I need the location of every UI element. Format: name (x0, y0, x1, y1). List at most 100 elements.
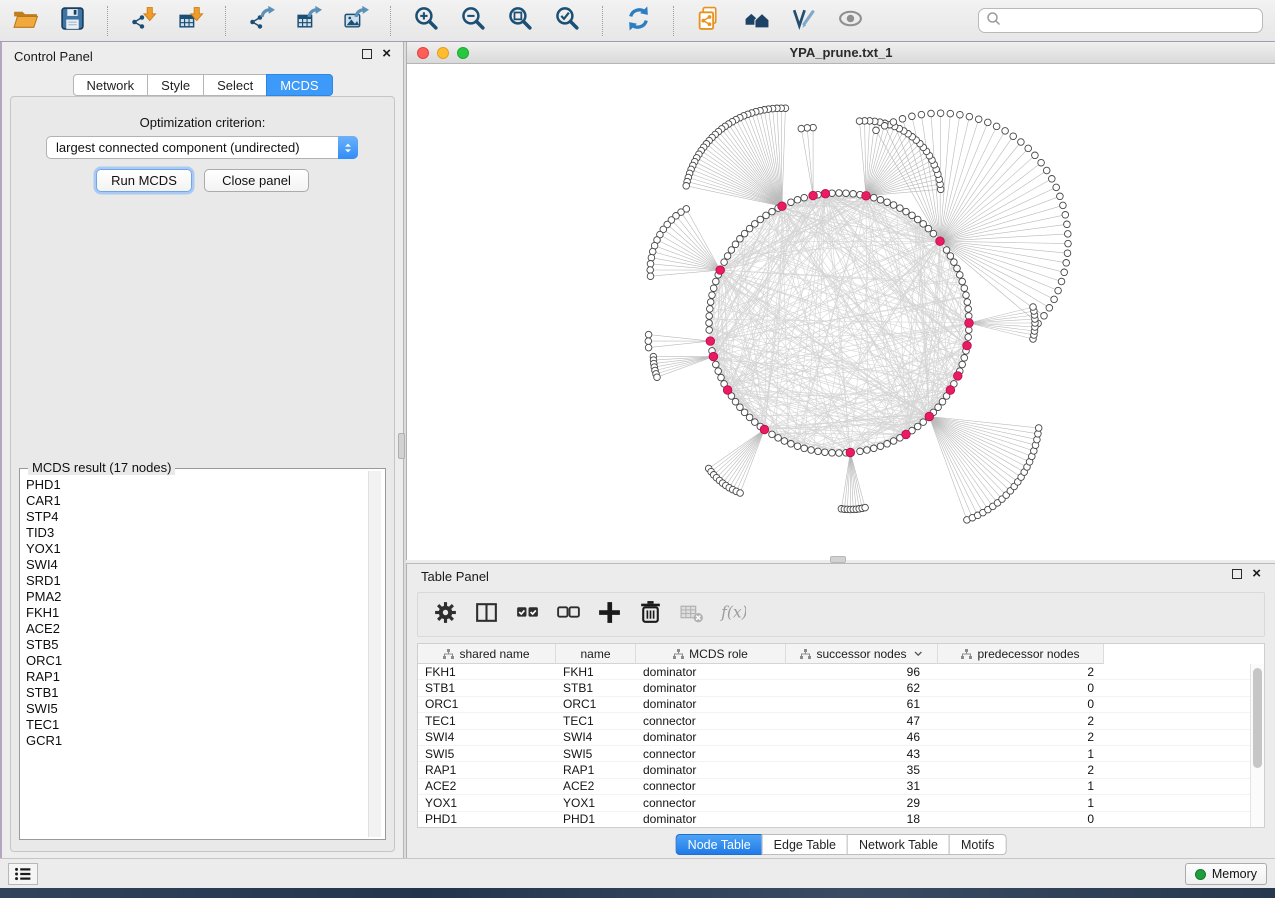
select-all-checks-button[interactable] (514, 602, 540, 628)
result-node-item[interactable]: TEC1 (26, 717, 365, 733)
table-cell[interactable]: ACE2 (418, 779, 556, 794)
sort-indicator[interactable] (914, 651, 923, 657)
table-cell[interactable]: RAP1 (556, 762, 636, 777)
table-cell[interactable]: FKH1 (418, 664, 556, 679)
result-node-item[interactable]: STB1 (26, 685, 365, 701)
import-network-button[interactable] (128, 6, 158, 36)
style-annotation-button[interactable] (788, 6, 818, 36)
table-cell[interactable]: dominator (636, 730, 786, 745)
result-node-item[interactable]: SRD1 (26, 573, 365, 589)
table-cell[interactable]: 31 (786, 779, 938, 794)
table-cell[interactable]: 0 (938, 697, 1104, 712)
mcds-result-scrollbar[interactable] (368, 471, 381, 837)
result-node-item[interactable]: STB5 (26, 637, 365, 653)
table-cell[interactable]: dominator (636, 762, 786, 777)
delete-row-button[interactable] (637, 602, 663, 628)
table-row[interactable]: STB1STB1dominator620 (418, 680, 1264, 696)
table-cell[interactable]: dominator (636, 812, 786, 827)
table-cell[interactable]: 18 (786, 812, 938, 827)
column-header-shared-name[interactable]: shared name (418, 644, 556, 664)
table-cell[interactable]: ORC1 (418, 697, 556, 712)
open-folder-button[interactable] (10, 6, 40, 36)
table-cell[interactable]: PHD1 (418, 812, 556, 827)
table-cell[interactable]: 2 (938, 713, 1104, 728)
table-cell[interactable]: TEC1 (418, 713, 556, 728)
table-cell[interactable]: 61 (786, 697, 938, 712)
add-row-button[interactable] (596, 602, 622, 628)
result-node-item[interactable]: YOX1 (26, 541, 365, 557)
zoom-selected-button[interactable] (552, 6, 582, 36)
table-cell[interactable]: dominator (636, 680, 786, 695)
float-panel-icon[interactable] (1232, 569, 1242, 579)
result-node-item[interactable]: TID3 (26, 525, 365, 541)
deselect-all-checks-button[interactable] (555, 602, 581, 628)
tab-mcds[interactable]: MCDS (266, 74, 332, 96)
result-node-item[interactable]: SWI4 (26, 557, 365, 573)
tab-network[interactable]: Network (72, 74, 148, 96)
export-table-button[interactable] (293, 6, 323, 36)
split-columns-button[interactable] (473, 602, 499, 628)
table-cell[interactable]: 2 (938, 730, 1104, 745)
table-cell[interactable]: dominator (636, 664, 786, 679)
result-node-item[interactable]: SWI5 (26, 701, 365, 717)
tab-network-table[interactable]: Network Table (847, 834, 950, 855)
column-header-successor-nodes[interactable]: successor nodes (786, 644, 938, 664)
close-panel-button[interactable]: Close panel (204, 169, 309, 192)
table-scrollbar-thumb[interactable] (1253, 668, 1262, 768)
table-row[interactable]: PHD1PHD1dominator180 (418, 812, 1264, 828)
tab-select[interactable]: Select (203, 74, 267, 96)
column-header-MCDS-role[interactable]: MCDS role (636, 644, 786, 664)
refresh-layout-button[interactable] (623, 6, 653, 36)
horizontal-splitter-handle[interactable] (830, 556, 846, 563)
result-node-item[interactable]: STP4 (26, 509, 365, 525)
vertical-splitter-handle[interactable] (398, 433, 405, 459)
run-mcds-button[interactable]: Run MCDS (96, 169, 192, 192)
table-cell[interactable]: YOX1 (418, 795, 556, 810)
table-cell[interactable]: SWI4 (418, 730, 556, 745)
table-cell[interactable]: 1 (938, 746, 1104, 761)
search-box[interactable] (978, 8, 1263, 33)
table-cell[interactable]: RAP1 (418, 762, 556, 777)
search-input[interactable] (1006, 11, 1262, 31)
table-cell[interactable]: 0 (938, 680, 1104, 695)
table-cell[interactable]: ACE2 (556, 779, 636, 794)
result-node-item[interactable]: ORC1 (26, 653, 365, 669)
table-cell[interactable]: 47 (786, 713, 938, 728)
result-node-item[interactable]: FKH1 (26, 605, 365, 621)
table-cell[interactable]: connector (636, 795, 786, 810)
table-cell[interactable]: 96 (786, 664, 938, 679)
criterion-dropdown[interactable]: largest connected component (undirected) (46, 136, 358, 159)
table-row[interactable]: RAP1RAP1dominator352 (418, 762, 1264, 778)
zoom-in-button[interactable] (411, 6, 441, 36)
table-cell[interactable]: 29 (786, 795, 938, 810)
table-cell[interactable]: 2 (938, 762, 1104, 777)
network-canvas[interactable] (407, 64, 1275, 560)
table-cell[interactable]: TEC1 (556, 713, 636, 728)
table-cell[interactable]: FKH1 (556, 664, 636, 679)
table-row[interactable]: ORC1ORC1dominator610 (418, 697, 1264, 713)
float-panel-icon[interactable] (362, 49, 372, 59)
settings-gear-button[interactable] (432, 602, 458, 628)
table-cell[interactable]: 1 (938, 795, 1104, 810)
table-cell[interactable]: 1 (938, 779, 1104, 794)
save-button[interactable] (57, 6, 87, 36)
close-panel-icon[interactable]: × (382, 49, 391, 59)
result-node-item[interactable]: RAP1 (26, 669, 365, 685)
table-cell[interactable]: SWI4 (556, 730, 636, 745)
tab-motifs[interactable]: Motifs (949, 834, 1006, 855)
table-scrollbar[interactable] (1250, 664, 1264, 827)
zoom-out-button[interactable] (458, 6, 488, 36)
table-cell[interactable]: 43 (786, 746, 938, 761)
result-node-item[interactable]: PMA2 (26, 589, 365, 605)
table-cell[interactable]: 46 (786, 730, 938, 745)
column-header-predecessor-nodes[interactable]: predecessor nodes (938, 644, 1104, 664)
table-row[interactable]: FKH1FKH1dominator962 (418, 664, 1264, 680)
export-network-button[interactable] (246, 6, 276, 36)
zoom-fit-button[interactable] (505, 6, 535, 36)
memory-button[interactable]: Memory (1185, 863, 1267, 885)
table-cell[interactable]: connector (636, 746, 786, 761)
table-cell[interactable]: connector (636, 779, 786, 794)
result-node-item[interactable]: CAR1 (26, 493, 365, 509)
table-row[interactable]: ACE2ACE2connector311 (418, 779, 1264, 795)
tab-edge-table[interactable]: Edge Table (762, 834, 848, 855)
